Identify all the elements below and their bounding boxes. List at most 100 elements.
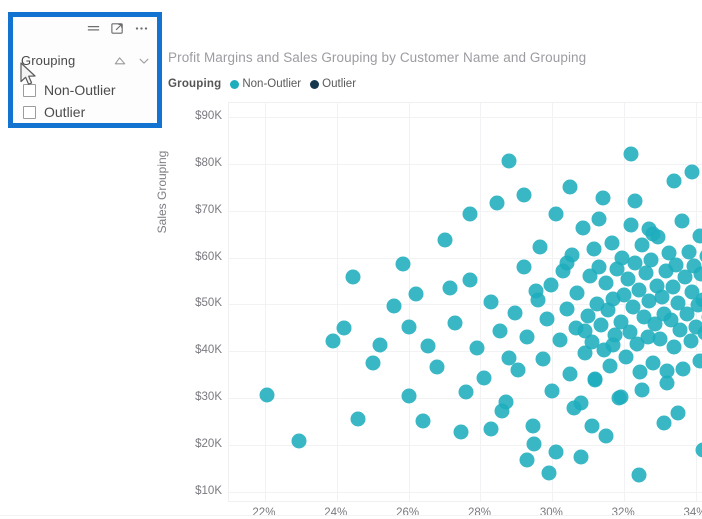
scatter-point[interactable] xyxy=(259,387,275,403)
scatter-point[interactable] xyxy=(604,235,620,251)
clear-selections-icon[interactable] xyxy=(113,54,127,68)
scatter-point[interactable] xyxy=(643,252,659,268)
legend-item-outlier[interactable]: Outlier xyxy=(310,78,356,90)
scatter-point[interactable] xyxy=(543,277,559,293)
scatter-point[interactable] xyxy=(501,153,517,169)
scatter-point[interactable] xyxy=(586,241,602,257)
scatter-point[interactable] xyxy=(548,206,564,221)
scatter-point[interactable] xyxy=(683,333,699,349)
scatter-point[interactable] xyxy=(638,265,654,281)
scatter-point[interactable] xyxy=(634,237,650,253)
scatter-point[interactable] xyxy=(659,363,675,379)
scatter-point[interactable] xyxy=(652,331,668,347)
scatter-point[interactable] xyxy=(462,272,478,288)
scatter-point[interactable] xyxy=(539,311,555,327)
scatter-point[interactable] xyxy=(530,292,546,308)
checkbox-non-outlier[interactable] xyxy=(23,83,36,97)
scatter-point[interactable] xyxy=(401,319,417,335)
scatter-point[interactable] xyxy=(462,206,478,222)
slicer-item-non-outlier[interactable]: Non-Outlier xyxy=(23,79,153,101)
scatter-point[interactable] xyxy=(535,351,551,367)
scatter-point[interactable] xyxy=(692,228,702,243)
scatter-point[interactable] xyxy=(476,370,492,386)
scatter-point[interactable] xyxy=(350,411,366,427)
scatter-point[interactable] xyxy=(372,337,388,353)
more-options-icon[interactable] xyxy=(134,21,149,36)
scatter-point[interactable] xyxy=(598,275,614,291)
scatter-point[interactable] xyxy=(336,320,352,336)
scatter-point[interactable] xyxy=(573,449,589,465)
scatter-point[interactable] xyxy=(674,213,690,229)
scatter-point[interactable] xyxy=(291,433,307,449)
legend-item-non-outlier[interactable]: Non-Outlier xyxy=(230,78,301,90)
scatter-point[interactable] xyxy=(541,465,557,481)
scatter-point[interactable] xyxy=(447,315,463,331)
scatter-point[interactable] xyxy=(525,418,541,434)
scatter-point[interactable] xyxy=(665,279,681,295)
scatter-point[interactable] xyxy=(569,285,585,301)
scatter-point[interactable] xyxy=(453,424,469,440)
scatter-point[interactable] xyxy=(584,418,600,434)
scatter-point[interactable] xyxy=(605,337,621,353)
scatter-point[interactable] xyxy=(548,444,564,460)
scatter-point[interactable] xyxy=(618,349,634,365)
filter-icon[interactable] xyxy=(86,21,101,36)
scatter-point[interactable] xyxy=(510,362,526,378)
scatter-point[interactable] xyxy=(693,266,702,282)
scatter-point[interactable] xyxy=(395,256,411,272)
scatter-point[interactable] xyxy=(519,452,535,468)
scatter-point[interactable] xyxy=(532,239,548,255)
scatter-point[interactable] xyxy=(526,436,542,452)
grouping-slicer[interactable]: Grouping Non-Outlier Outlier xyxy=(13,17,157,123)
scatter-point[interactable] xyxy=(345,269,361,285)
scatter-point[interactable] xyxy=(562,179,578,195)
checkbox-outlier[interactable] xyxy=(23,105,36,119)
scatter-chart-visual[interactable]: Profit Margins and Sales Grouping by Cus… xyxy=(155,44,702,519)
scatter-point[interactable] xyxy=(483,294,499,310)
scatter-point[interactable] xyxy=(577,323,593,339)
scatter-point[interactable] xyxy=(325,333,341,349)
scatter-point[interactable] xyxy=(408,286,424,302)
scatter-point[interactable] xyxy=(692,353,702,369)
scatter-point[interactable] xyxy=(598,428,614,444)
scatter-point[interactable] xyxy=(559,255,575,271)
focus-mode-icon[interactable] xyxy=(110,21,125,36)
scatter-point[interactable] xyxy=(587,371,603,387)
scatter-point[interactable] xyxy=(365,355,381,371)
scatter-point[interactable] xyxy=(501,350,517,366)
scatter-point[interactable] xyxy=(562,366,578,382)
scatter-point[interactable] xyxy=(591,211,607,227)
slicer-item-outlier[interactable]: Outlier xyxy=(23,101,153,123)
scatter-point[interactable] xyxy=(401,388,417,404)
scatter-point[interactable] xyxy=(656,415,672,431)
scatter-point[interactable] xyxy=(675,361,691,377)
scatter-point[interactable] xyxy=(697,325,702,341)
scatter-point[interactable] xyxy=(627,193,643,209)
scatter-point[interactable] xyxy=(437,232,453,248)
scatter-point[interactable] xyxy=(593,317,609,333)
scatter-point[interactable] xyxy=(631,467,647,483)
scatter-point[interactable] xyxy=(591,259,607,275)
scatter-point[interactable] xyxy=(559,301,575,317)
scatter-point[interactable] xyxy=(429,359,445,375)
scatter-point[interactable] xyxy=(516,259,532,275)
scatter-point[interactable] xyxy=(670,405,686,421)
scatter-point[interactable] xyxy=(442,280,458,296)
scatter-point[interactable] xyxy=(415,413,431,429)
chevron-down-icon[interactable] xyxy=(137,54,151,68)
scatter-point[interactable] xyxy=(613,389,629,405)
scatter-point[interactable] xyxy=(634,382,650,398)
scatter-point[interactable] xyxy=(489,195,505,211)
scatter-point[interactable] xyxy=(684,164,700,180)
scatter-point[interactable] xyxy=(544,383,560,399)
scatter-point[interactable] xyxy=(666,173,682,189)
plot-area[interactable] xyxy=(228,102,702,502)
scatter-point[interactable] xyxy=(420,338,436,354)
scatter-point[interactable] xyxy=(469,340,485,356)
scatter-point[interactable] xyxy=(458,384,474,400)
scatter-point[interactable] xyxy=(595,190,611,206)
scatter-point[interactable] xyxy=(494,403,510,419)
scatter-point[interactable] xyxy=(645,355,661,371)
scatter-point[interactable] xyxy=(666,339,682,355)
scatter-point[interactable] xyxy=(516,187,532,203)
